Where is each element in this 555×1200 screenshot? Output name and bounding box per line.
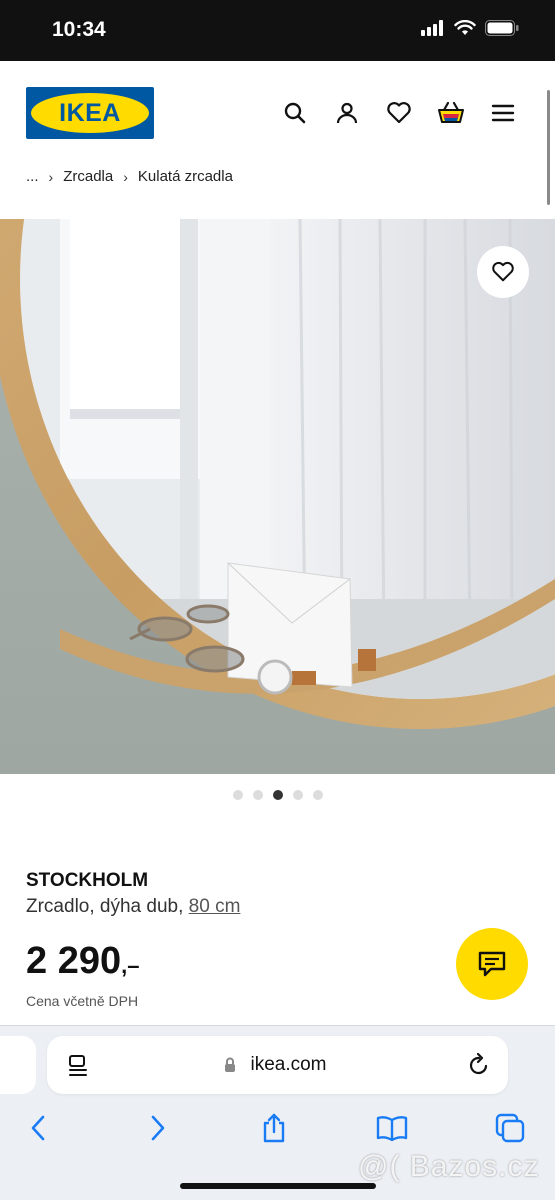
back-icon — [31, 1115, 45, 1141]
share-button[interactable] — [256, 1110, 292, 1146]
chevron-right-icon: › — [123, 168, 128, 185]
scroll-indicator[interactable] — [547, 90, 550, 205]
url-text: ikea.com — [250, 1054, 327, 1075]
mirror-photo — [0, 219, 555, 774]
battery-icon — [485, 20, 519, 36]
heart-icon — [492, 261, 514, 282]
pager-dot[interactable] — [252, 790, 263, 800]
product-description: Zrcadlo, dýha dub, 80 cm — [26, 896, 240, 918]
tabs-button[interactable] — [492, 1110, 528, 1146]
search-icon — [284, 102, 306, 124]
breadcrumb-ellipsis[interactable]: ... — [26, 168, 39, 185]
menu-button[interactable] — [487, 97, 519, 129]
status-time: 10:34 — [52, 18, 106, 41]
price-vat-note: Cena včetně DPH — [26, 993, 139, 1009]
cellular-signal-icon — [421, 20, 443, 36]
previous-tab-pill[interactable] — [0, 1036, 36, 1094]
image-pager — [0, 790, 555, 800]
heart-icon — [387, 102, 411, 124]
reload-icon[interactable] — [467, 1052, 491, 1078]
chat-icon — [478, 951, 506, 977]
forward-icon — [151, 1115, 165, 1141]
logo-text: IKEA — [59, 99, 121, 127]
user-icon — [336, 102, 358, 124]
address-bar[interactable]: ikea.com — [47, 1036, 508, 1094]
breadcrumb: ... › Zrcadla › Kulatá zrcadla — [26, 168, 233, 185]
product-name: STOCKHOLM — [26, 870, 149, 891]
bookmarks-icon — [376, 1116, 408, 1142]
product-price: 2 290,– — [26, 940, 139, 983]
pager-dot[interactable] — [272, 790, 283, 800]
bookmarks-button[interactable] — [374, 1110, 410, 1146]
product-description-text: Zrcadlo, dýha dub, — [26, 896, 184, 917]
chevron-right-icon: › — [48, 168, 54, 185]
price-suffix: ,– — [121, 953, 140, 978]
share-icon — [263, 1113, 285, 1143]
breadcrumb-item-current[interactable]: Kulatá zrcadla — [138, 168, 233, 185]
cart-button[interactable] — [435, 97, 467, 129]
status-bar: 10:34 — [0, 0, 555, 61]
image-favourite-button[interactable] — [477, 246, 529, 298]
ikea-logo[interactable]: IKEA — [26, 87, 154, 139]
search-button[interactable] — [279, 97, 311, 129]
back-button[interactable] — [20, 1110, 56, 1146]
forward-button[interactable] — [140, 1110, 176, 1146]
site-header: IKEA — [0, 61, 555, 161]
chat-button[interactable] — [456, 928, 528, 1000]
product-size-link[interactable]: 80 cm — [189, 896, 241, 917]
tabs-icon — [495, 1113, 525, 1143]
price-value: 2 290 — [26, 940, 122, 982]
menu-icon — [491, 104, 515, 122]
shopping-bag-icon — [438, 101, 464, 123]
pager-dot[interactable] — [292, 790, 303, 800]
account-button[interactable] — [331, 97, 363, 129]
pager-dot[interactable] — [312, 790, 323, 800]
watermark: @( Bazos.cz — [358, 1150, 540, 1183]
pager-dot[interactable] — [232, 790, 243, 800]
status-icons — [421, 20, 519, 36]
home-indicator[interactable] — [180, 1183, 376, 1189]
breadcrumb-item-zrcadla[interactable]: Zrcadla — [63, 168, 113, 185]
product-image[interactable] — [0, 219, 555, 774]
wifi-icon — [454, 20, 476, 35]
favourites-button[interactable] — [383, 97, 415, 129]
